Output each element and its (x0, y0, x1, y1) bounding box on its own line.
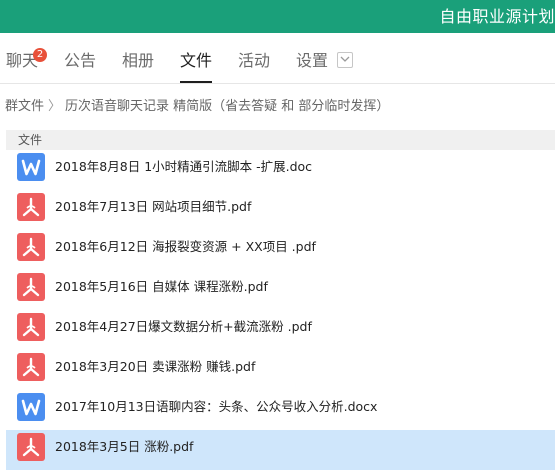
tab-albums[interactable]: 相册 (122, 33, 154, 83)
word-file-icon (17, 153, 45, 181)
tab-files[interactable]: 文件 (180, 33, 213, 83)
file-row[interactable]: 2018年4月27日爆文数据分析+截流涨粉 .pdf (6, 310, 555, 350)
pdf-file-icon (17, 313, 45, 341)
file-name: 2018年5月16日 自媒体 课程涨粉.pdf (55, 279, 268, 294)
file-name: 2018年4月27日爆文数据分析+截流涨粉 .pdf (55, 319, 312, 334)
breadcrumb-root[interactable]: 群文件 (5, 99, 44, 114)
file-name: 2018年7月13日 网站项目细节.pdf (55, 199, 252, 214)
tab-chat[interactable]: 聊天 2 (6, 33, 47, 83)
unread-badge: 2 (33, 48, 47, 62)
tab-activities-label: 活动 (238, 51, 271, 70)
file-row-selected[interactable]: 2018年3月5日 涨粉.pdf (6, 430, 555, 470)
tab-bar: 聊天 2 公告 相册 文件 活动 设置 (0, 33, 555, 83)
tab-albums-label: 相册 (122, 51, 155, 70)
file-name: 2018年6月12日 海报裂变资源 + XX项目 .pdf (55, 239, 316, 254)
tab-settings-label: 设置 (296, 51, 329, 70)
tab-announcements[interactable]: 公告 (64, 33, 96, 83)
file-name: 2018年8月8日 1小时精通引流脚本 -扩展.doc (55, 159, 313, 174)
file-column-header[interactable]: 文件 (6, 130, 555, 150)
breadcrumb: 群文件〉历次语音聊天记录 精简版（省去答疑 和 部分临时发挥） (5, 96, 389, 118)
tab-files-label: 文件 (180, 51, 213, 70)
file-list: 2018年8月8日 1小时精通引流脚本 -扩展.doc 2018年7月13日 网… (6, 150, 555, 470)
tab-activities[interactable]: 活动 (238, 33, 270, 83)
file-row[interactable]: 2018年6月12日 海报裂变资源 + XX项目 .pdf (6, 230, 555, 270)
file-name: 2017年10月13日语聊内容：头条、公众号收入分析.docx (55, 399, 378, 414)
tab-announcements-label: 公告 (64, 51, 97, 70)
breadcrumb-separator: 〉 (48, 99, 62, 114)
pdf-file-icon (17, 193, 45, 221)
file-name: 2018年3月5日 涨粉.pdf (55, 439, 194, 454)
chevron-down-icon[interactable] (337, 51, 354, 68)
pdf-file-icon (17, 273, 45, 301)
file-row[interactable]: 2017年10月13日语聊内容：头条、公众号收入分析.docx (6, 390, 555, 430)
breadcrumb-current: 历次语音聊天记录 精简版（省去答疑 和 部分临时发挥） (65, 99, 390, 114)
column-header-file: 文件 (18, 133, 43, 147)
file-row[interactable]: 2018年8月8日 1小时精通引流脚本 -扩展.doc (6, 150, 555, 190)
file-row[interactable]: 2018年3月20日 卖课涨粉 赚钱.pdf (6, 350, 555, 390)
window-title: 自由职业源计划 (439, 7, 555, 26)
file-name: 2018年3月20日 卖课涨粉 赚钱.pdf (55, 359, 256, 374)
file-row[interactable]: 2018年7月13日 网站项目细节.pdf (6, 190, 555, 230)
pdf-file-icon (17, 353, 45, 381)
file-row[interactable]: 2018年5月16日 自媒体 课程涨粉.pdf (6, 270, 555, 310)
word-file-icon (17, 393, 45, 421)
tab-settings[interactable]: 设置 (296, 33, 354, 83)
title-bar: 自由职业源计划 (0, 0, 555, 33)
pdf-file-icon (17, 433, 45, 461)
tab-divider (0, 83, 555, 84)
pdf-file-icon (17, 233, 45, 261)
